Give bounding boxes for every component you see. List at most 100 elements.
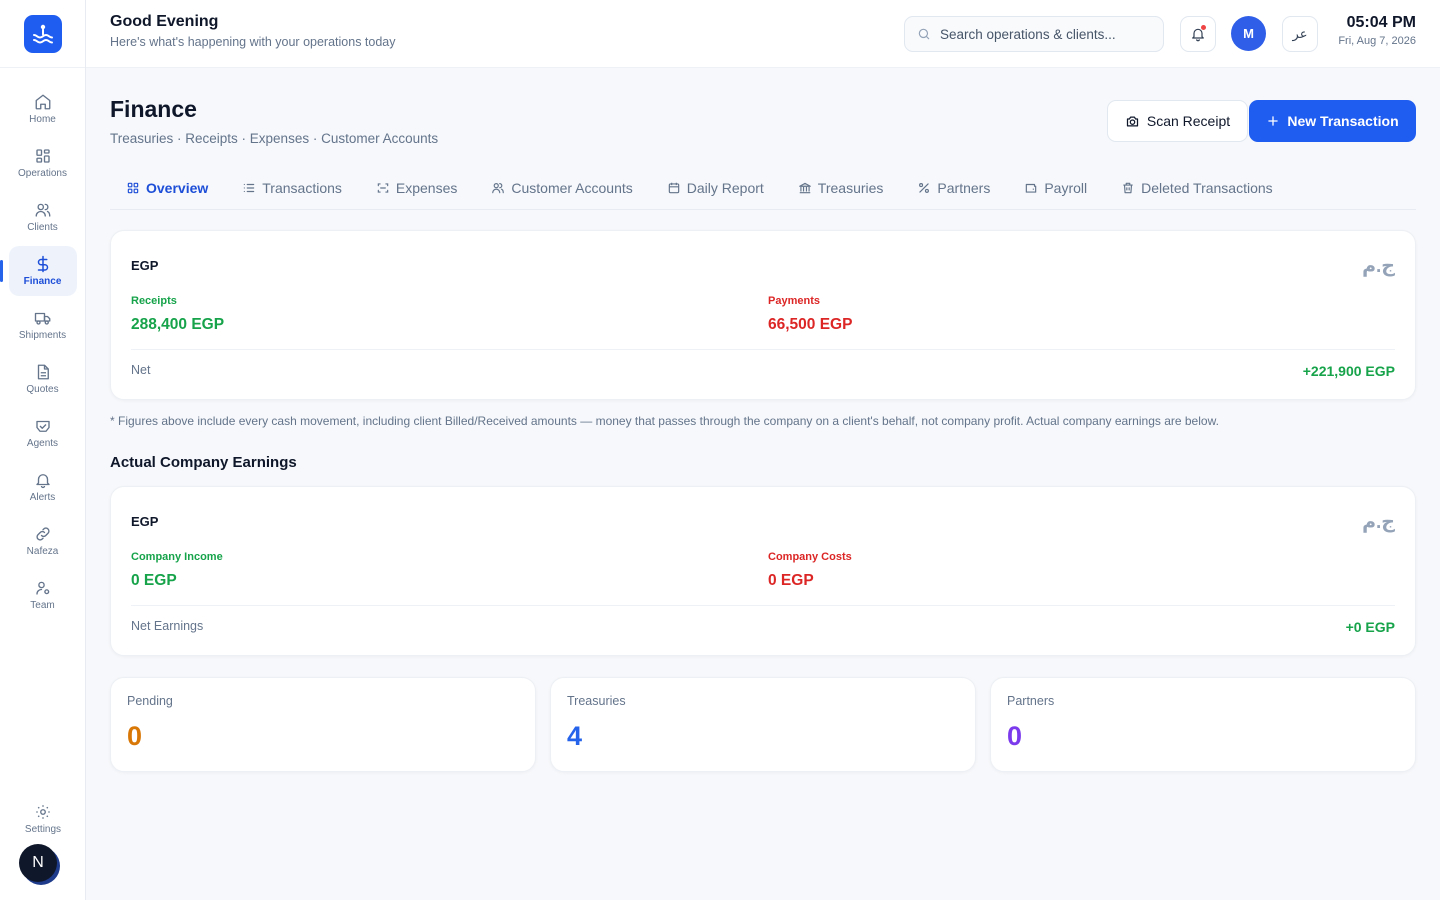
sidebar-item-label: Alerts xyxy=(29,492,56,503)
sidebar-item-settings[interactable]: Settings xyxy=(9,794,77,844)
tab-label: Overview xyxy=(146,180,209,196)
scan-icon xyxy=(377,183,389,193)
sidebar-item-label: Shipments xyxy=(18,330,67,341)
search-input[interactable] xyxy=(940,26,1140,42)
divider xyxy=(131,605,1395,606)
new-transaction-label: New Transaction xyxy=(1287,113,1399,129)
tab-deleted-transactions[interactable]: Deleted Transactions xyxy=(1104,172,1290,204)
stat-label: Treasuries xyxy=(567,694,626,708)
sidebar-item-clients[interactable]: Clients xyxy=(9,192,77,242)
sidebar-item-agents[interactable]: Agents xyxy=(9,408,77,458)
company-costs-value: 0 EGP xyxy=(768,572,814,589)
sidebar-item-finance[interactable]: Finance xyxy=(0,246,77,296)
net-label: Net xyxy=(131,363,151,377)
users-icon xyxy=(35,203,50,217)
new-transaction-button[interactable]: New Transaction xyxy=(1249,100,1416,142)
earnings-card: EGP ج.م Company Income 0 EGP Company Cos… xyxy=(110,486,1416,656)
tab-overview[interactable]: Overview xyxy=(110,172,225,204)
tab-transactions[interactable]: Transactions xyxy=(225,172,359,204)
avatar[interactable]: M xyxy=(1231,16,1266,51)
stat-label: Pending xyxy=(127,694,173,708)
percent-icon xyxy=(919,183,930,193)
tab-label: Deleted Transactions xyxy=(1141,180,1273,196)
tab-daily-report[interactable]: Daily Report xyxy=(650,172,781,204)
notification-dot xyxy=(1201,25,1206,30)
sidebar-item-team[interactable]: Team xyxy=(9,570,77,620)
currency-code: EGP xyxy=(131,258,159,273)
gear-icon xyxy=(36,805,50,819)
language-toggle[interactable]: عر xyxy=(1282,16,1318,52)
tab-treasuries[interactable]: Treasuries xyxy=(781,172,901,204)
handshake-icon xyxy=(35,420,50,432)
page-title: Finance xyxy=(110,96,197,122)
sidebar: Home Operations Clients Finance Shipment… xyxy=(0,0,86,900)
plus-icon xyxy=(1268,116,1279,126)
receipts-label: Receipts xyxy=(131,295,177,307)
team-icon xyxy=(35,581,49,595)
stat-card-pending[interactable]: Pending 0 xyxy=(110,677,536,772)
notifications-button[interactable] xyxy=(1180,16,1216,52)
clock-time: 05:04 PM xyxy=(1346,14,1416,31)
net-earnings-label: Net Earnings xyxy=(131,619,204,633)
document-icon xyxy=(37,364,49,380)
sidebar-item-home[interactable]: Home xyxy=(9,84,77,134)
stat-label: Partners xyxy=(1007,694,1055,708)
sidebar-item-label: Operations xyxy=(18,168,67,179)
sidebar-item-label: Quotes xyxy=(26,384,59,395)
sidebar-item-alerts[interactable]: Alerts xyxy=(9,462,77,512)
company-income-label: Company Income xyxy=(131,551,223,563)
tab-label: Transactions xyxy=(262,180,342,196)
tab-partners[interactable]: Partners xyxy=(900,172,1007,204)
currency-code: EGP xyxy=(131,514,159,529)
clock-date: Fri, Aug 7, 2026 xyxy=(1338,35,1416,47)
settings-label: Settings xyxy=(24,824,62,835)
sidebar-item-label: Finance xyxy=(23,276,62,287)
tab-customer-accounts[interactable]: Customer Accounts xyxy=(474,172,649,204)
tab-label: Partners xyxy=(937,180,991,196)
scan-receipt-label: Scan Receipt xyxy=(1146,113,1231,129)
tab-label: Customer Accounts xyxy=(511,180,633,196)
logo-area xyxy=(0,0,85,68)
finance-tabs: Overview Transactions Expenses Customer … xyxy=(110,172,1416,210)
tab-label: Daily Report xyxy=(686,180,764,196)
calendar-icon xyxy=(668,182,680,194)
sidebar-item-label: Agents xyxy=(26,438,59,449)
tab-payroll[interactable]: Payroll xyxy=(1007,172,1104,204)
cash-summary-card: EGP ج.م Receipts 288,400 EGP Payments 66… xyxy=(110,230,1416,400)
scan-receipt-button[interactable]: Scan Receipt xyxy=(1107,100,1248,142)
payments-value: 66,500 EGP xyxy=(768,316,853,333)
net-earnings-value: +0 EGP xyxy=(1345,619,1395,635)
net-value: +221,900 EGP xyxy=(1302,363,1395,379)
stat-value: 0 xyxy=(127,721,143,751)
stat-value: 4 xyxy=(567,721,583,751)
grid-icon xyxy=(35,149,50,163)
tab-expenses[interactable]: Expenses xyxy=(359,172,474,204)
overview-icon xyxy=(127,182,139,194)
greeting-subtitle: Here's what's happening with your operat… xyxy=(110,35,396,49)
company-costs-label: Company Costs xyxy=(768,551,852,563)
sidebar-item-shipments[interactable]: Shipments xyxy=(9,300,77,350)
payments-label: Payments xyxy=(768,295,820,307)
tab-label: Treasuries xyxy=(817,180,884,196)
stat-value: 0 xyxy=(1007,721,1023,751)
link-icon xyxy=(35,527,50,541)
sidebar-item-nafeza[interactable]: Nafeza xyxy=(9,516,77,566)
sidebar-item-label: Clients xyxy=(27,222,58,233)
sidebar-item-quotes[interactable]: Quotes xyxy=(9,354,77,404)
search-icon xyxy=(918,28,930,40)
tab-label: Payroll xyxy=(1044,180,1088,196)
stat-card-partners[interactable]: Partners 0 xyxy=(990,677,1416,772)
stat-card-treasuries[interactable]: Treasuries 4 xyxy=(550,677,976,772)
sidebar-item-operations[interactable]: Operations xyxy=(9,138,77,188)
divider xyxy=(131,349,1395,350)
receipts-value: 288,400 EGP xyxy=(131,316,225,333)
truck-icon xyxy=(34,312,50,325)
greeting: Good Evening xyxy=(110,13,219,30)
sidebar-item-label: Team xyxy=(30,600,55,611)
dev-badge[interactable]: N xyxy=(19,844,57,882)
search-box[interactable] xyxy=(904,16,1164,52)
clock: 05:04 PM Fri, Aug 7, 2026 xyxy=(1338,14,1416,47)
tab-label: Expenses xyxy=(395,180,458,196)
app-logo[interactable] xyxy=(23,14,62,53)
disclaimer-note: * Figures above include every cash movem… xyxy=(110,414,1219,428)
